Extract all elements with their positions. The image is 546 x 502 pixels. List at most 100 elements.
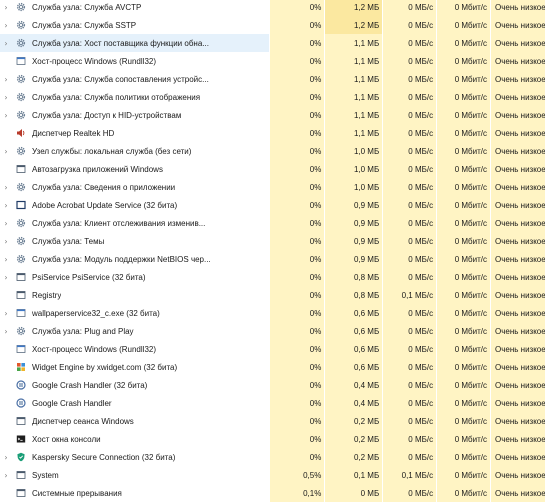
process-name-cell[interactable]: › Служба узла: Plug and Play: [0, 322, 270, 340]
process-name-cell[interactable]: Хост-процесс Windows (Rundll32): [0, 340, 270, 358]
table-row[interactable]: › Служба узла: Сведения о приложении 0% …: [0, 178, 546, 196]
process-name-cell[interactable]: › Служба узла: Хост поставщика функции о…: [0, 34, 270, 52]
network-cell: 0 Мбит/с: [436, 358, 490, 376]
memory-cell: 0,2 МБ: [324, 448, 383, 466]
disk-cell: 0 МБ/с: [382, 16, 437, 34]
table-row[interactable]: Registry 0% 0,8 МБ 0,1 МБ/с 0 Мбит/с Оче…: [0, 286, 546, 304]
process-name-cell[interactable]: Автозагрузка приложений Windows: [0, 160, 270, 178]
table-row[interactable]: › Служба узла: Служба политики отображен…: [0, 88, 546, 106]
expand-chevron-icon[interactable]: ›: [0, 75, 12, 84]
memory-cell: 0,2 МБ: [324, 412, 383, 430]
cpu-cell: 0%: [269, 124, 325, 142]
process-name-cell[interactable]: › Служба узла: Служба AVCTP: [0, 0, 270, 16]
process-name-cell[interactable]: › Служба узла: Служба SSTP: [0, 16, 270, 34]
table-row[interactable]: › Служба узла: Темы 0% 0,9 МБ 0 МБ/с 0 М…: [0, 232, 546, 250]
table-row[interactable]: Диспетчер Realtek HD 0% 1,1 МБ 0 МБ/с 0 …: [0, 124, 546, 142]
expand-chevron-icon[interactable]: ›: [0, 327, 12, 336]
process-name-cell[interactable]: › Служба узла: Сведения о приложении: [0, 178, 270, 196]
network-cell: 0 Мбит/с: [436, 412, 490, 430]
cpu-cell: 0%: [269, 34, 325, 52]
table-row[interactable]: › Служба узла: Модуль поддержки NetBIOS …: [0, 250, 546, 268]
table-row[interactable]: › Служба узла: Клиент отслеживания измен…: [0, 214, 546, 232]
process-name-cell[interactable]: Widget Engine by xwidget.com (32 бита): [0, 358, 270, 376]
table-row[interactable]: Хост-процесс Windows (Rundll32) 0% 0,6 М…: [0, 340, 546, 358]
process-name-cell[interactable]: Хост окна консоли: [0, 430, 270, 448]
gear-icon: [16, 236, 26, 246]
disk-cell: 0 МБ/с: [382, 340, 437, 358]
process-name-cell[interactable]: › Служба узла: Доступ к HID-устройствам: [0, 106, 270, 124]
expand-chevron-icon[interactable]: ›: [0, 39, 12, 48]
gear-icon: [16, 20, 26, 30]
app-icon: [16, 272, 26, 282]
table-row[interactable]: › wallpaperservice32_c.exe (32 бита) 0% …: [0, 304, 546, 322]
table-row[interactable]: Диспетчер сеанса Windows 0% 0,2 МБ 0 МБ/…: [0, 412, 546, 430]
power-usage-cell: Очень низкое: [490, 88, 546, 106]
expand-chevron-icon[interactable]: ›: [0, 201, 12, 210]
table-row[interactable]: › Служба узла: Хост поставщика функции о…: [0, 34, 546, 52]
table-row[interactable]: › Adobe Acrobat Update Service (32 бита)…: [0, 196, 546, 214]
process-name-cell[interactable]: Системные прерывания: [0, 484, 270, 502]
process-name-cell[interactable]: › Служба узла: Служба сопоставления устр…: [0, 70, 270, 88]
table-row[interactable]: Widget Engine by xwidget.com (32 бита) 0…: [0, 358, 546, 376]
table-row[interactable]: › Служба узла: Служба AVCTP 0% 1,2 МБ 0 …: [0, 0, 546, 16]
process-name-cell[interactable]: › Adobe Acrobat Update Service (32 бита): [0, 196, 270, 214]
process-name-cell[interactable]: › Kaspersky Secure Connection (32 бита): [0, 448, 270, 466]
process-name-cell[interactable]: › Узел службы: локальная служба (без сет…: [0, 142, 270, 160]
network-cell: 0 Мбит/с: [436, 376, 490, 394]
process-name-cell[interactable]: › Служба узла: Служба политики отображен…: [0, 88, 270, 106]
expand-chevron-icon[interactable]: ›: [0, 93, 12, 102]
process-name-cell[interactable]: › Служба узла: Темы: [0, 232, 270, 250]
table-row[interactable]: Системные прерывания 0,1% 0 МБ 0 МБ/с 0 …: [0, 484, 546, 502]
expand-chevron-icon[interactable]: ›: [0, 147, 12, 156]
process-name-cell[interactable]: Хост-процесс Windows (Rundll32): [0, 52, 270, 70]
expand-chevron-icon[interactable]: ›: [0, 309, 12, 318]
table-row[interactable]: Автозагрузка приложений Windows 0% 1,0 М…: [0, 160, 546, 178]
table-row[interactable]: › Узел службы: локальная служба (без сет…: [0, 142, 546, 160]
process-name-cell[interactable]: › PsiService PsiService (32 бита): [0, 268, 270, 286]
process-name: Хост-процесс Windows (Rundll32): [32, 56, 156, 66]
process-name-cell[interactable]: › Служба узла: Модуль поддержки NetBIOS …: [0, 250, 270, 268]
process-name-cell[interactable]: Google Crash Handler: [0, 394, 270, 412]
network-cell: 0 Мбит/с: [436, 160, 490, 178]
table-row[interactable]: Хост-процесс Windows (Rundll32) 0% 1,1 М…: [0, 52, 546, 70]
expand-chevron-icon[interactable]: ›: [0, 471, 12, 480]
window-icon: [16, 56, 26, 66]
table-row[interactable]: › Служба узла: Plug and Play 0% 0,6 МБ 0…: [0, 322, 546, 340]
expand-chevron-icon[interactable]: ›: [0, 219, 12, 228]
expand-chevron-icon[interactable]: ›: [0, 255, 12, 264]
table-row[interactable]: › Служба узла: Служба сопоставления устр…: [0, 70, 546, 88]
process-name-cell[interactable]: Диспетчер сеанса Windows: [0, 412, 270, 430]
table-row[interactable]: Google Crash Handler (32 бита) 0% 0,4 МБ…: [0, 376, 546, 394]
table-row[interactable]: › Kaspersky Secure Connection (32 бита) …: [0, 448, 546, 466]
process-name-cell[interactable]: › System: [0, 466, 270, 484]
cpu-cell: 0%: [269, 358, 325, 376]
table-row[interactable]: Хост окна консоли 0% 0,2 МБ 0 МБ/с 0 Мби…: [0, 430, 546, 448]
power-usage-cell: Очень низкое: [490, 16, 546, 34]
expand-chevron-icon[interactable]: ›: [0, 453, 12, 462]
process-name-cell[interactable]: Диспетчер Realtek HD: [0, 124, 270, 142]
gear-icon: [16, 326, 26, 336]
process-name: Служба узла: Служба сопоставления устрой…: [32, 74, 209, 84]
expand-chevron-icon[interactable]: ›: [0, 3, 12, 12]
memory-cell: 0,6 МБ: [324, 304, 383, 322]
network-cell: 0 Мбит/с: [436, 52, 490, 70]
table-row[interactable]: › System 0,5% 0,1 МБ 0,1 МБ/с 0 Мбит/с О…: [0, 466, 546, 484]
process-name-cell[interactable]: › Служба узла: Клиент отслеживания измен…: [0, 214, 270, 232]
speaker-icon: [16, 128, 26, 138]
process-name-cell[interactable]: Google Crash Handler (32 бита): [0, 376, 270, 394]
google-icon: [16, 380, 26, 390]
table-row[interactable]: › Служба узла: Служба SSTP 0% 1,2 МБ 0 М…: [0, 16, 546, 34]
table-row[interactable]: › Служба узла: Доступ к HID-устройствам …: [0, 106, 546, 124]
expand-chevron-icon[interactable]: ›: [0, 237, 12, 246]
expand-chevron-icon[interactable]: ›: [0, 273, 12, 282]
process-name: wallpaperservice32_c.exe (32 бита): [32, 308, 160, 318]
memory-cell: 0,1 МБ: [324, 466, 383, 484]
process-name-cell[interactable]: › wallpaperservice32_c.exe (32 бита): [0, 304, 270, 322]
expand-chevron-icon[interactable]: ›: [0, 183, 12, 192]
process-name-cell[interactable]: Registry: [0, 286, 270, 304]
table-row[interactable]: › PsiService PsiService (32 бита) 0% 0,8…: [0, 268, 546, 286]
table-row[interactable]: Google Crash Handler 0% 0,4 МБ 0 МБ/с 0 …: [0, 394, 546, 412]
expand-chevron-icon[interactable]: ›: [0, 21, 12, 30]
window-icon: [16, 344, 26, 354]
expand-chevron-icon[interactable]: ›: [0, 111, 12, 120]
